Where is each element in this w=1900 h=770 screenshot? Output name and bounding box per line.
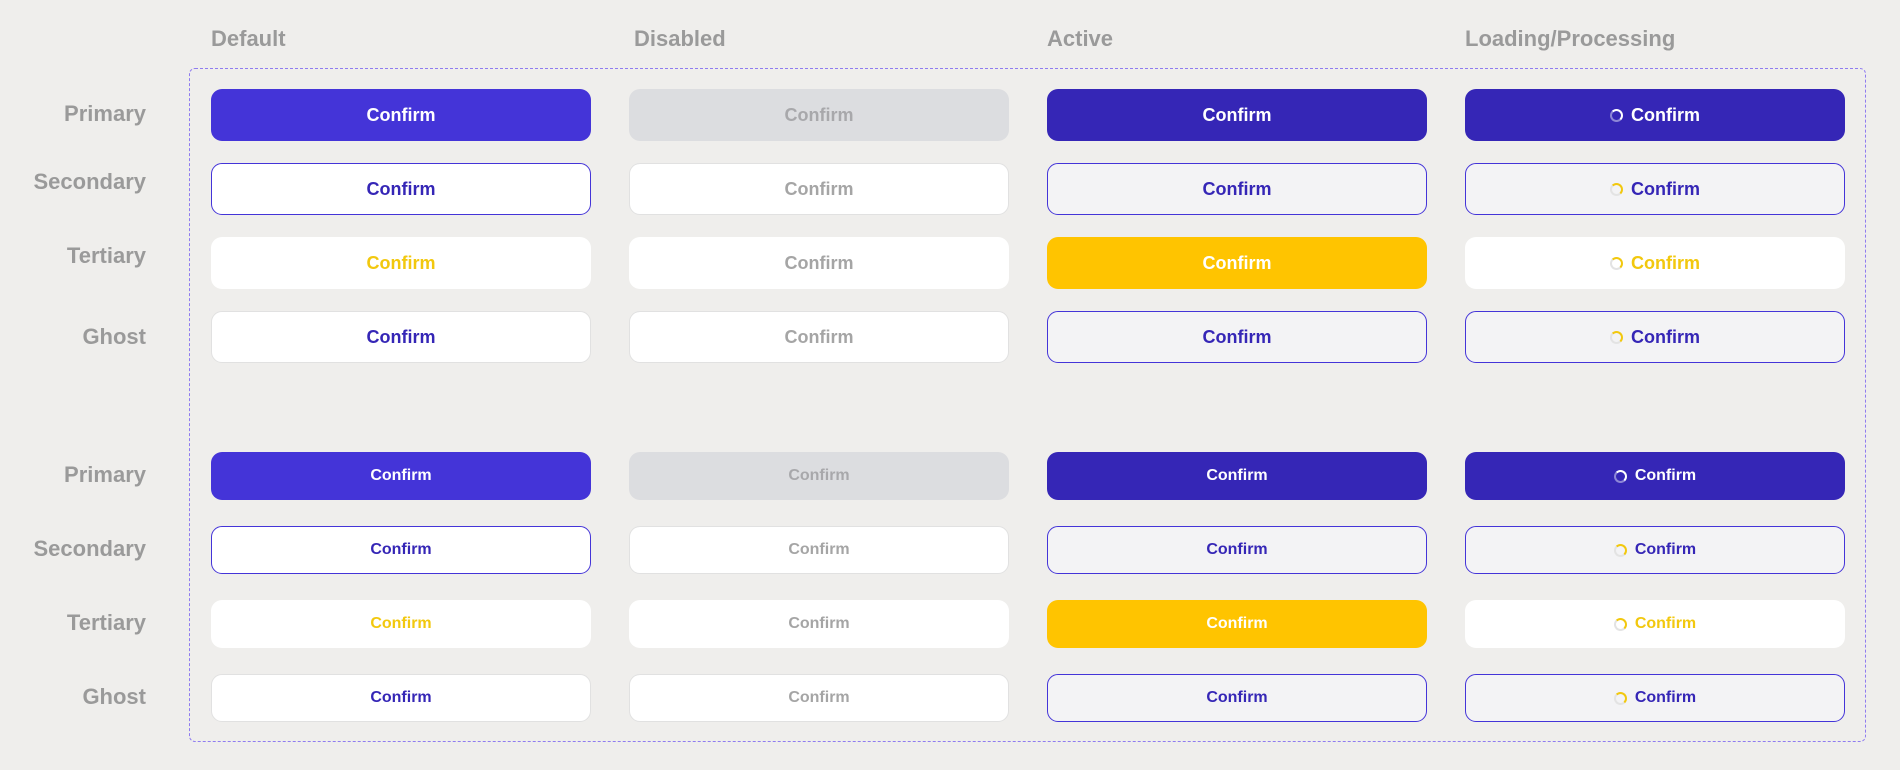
button-label: Confirm [1206,689,1268,706]
button-label: Confirm [366,326,436,347]
spinner-icon [1613,617,1627,631]
ghost-default-button[interactable]: Confirm [211,674,591,722]
primary-active-button[interactable]: Confirm [1047,452,1427,500]
button-label: Confirm [1634,467,1697,484]
tertiary-loading-button[interactable]: Confirm [1465,237,1845,289]
button-label: Confirm [788,541,850,558]
spinner-icon [1610,256,1623,270]
row-label-secondary: Secondary [33,169,147,194]
row-label-ghost: Ghost [82,684,146,709]
button-label: Confirm [1206,467,1268,484]
spinner-icon [1610,330,1623,344]
row-label-ghost: Ghost [82,324,146,349]
button-label: Confirm [370,467,432,484]
button-label: Confirm [366,104,436,125]
ghost-default-button[interactable]: Confirm [211,311,591,363]
spinner-icon [1610,182,1623,196]
button-label: Confirm [788,615,850,632]
secondary-disabled-button[interactable]: Confirm [629,163,1009,215]
row-label-primary: Primary [64,101,146,126]
secondary-default-button[interactable]: Confirm [211,163,591,215]
tertiary-disabled-button[interactable]: Confirm [629,600,1009,648]
button-label: Confirm [1202,104,1272,125]
button-label: Confirm [1634,541,1697,558]
spinner-icon [1613,469,1627,483]
column-title-loading: Loading/Processing [1465,26,1676,51]
tertiary-default-button[interactable]: Confirm [211,600,591,648]
button-label: Confirm [1202,326,1272,347]
button-label: Confirm [1631,326,1700,347]
button-label: Confirm [370,541,432,558]
tertiary-default-button[interactable]: Confirm [211,237,591,289]
spinner-icon [1610,108,1623,122]
ghost-active-button[interactable]: Confirm [1047,311,1427,363]
primary-loading-button[interactable]: Confirm [1465,89,1845,141]
secondary-active-button[interactable]: Confirm [1047,526,1427,574]
ghost-disabled-button[interactable]: Confirm [629,311,1009,363]
column-title-disabled: Disabled [634,26,726,51]
row-label-tertiary: Tertiary [66,243,146,268]
secondary-default-button[interactable]: Confirm [211,526,591,574]
button-label: Confirm [370,615,432,632]
tertiary-active-button[interactable]: Confirm [1047,600,1427,648]
button-label: Confirm [784,252,854,273]
spinner-icon [1613,543,1627,557]
secondary-loading-button[interactable]: Confirm [1465,526,1845,574]
button-label: Confirm [366,178,436,199]
column-title-default: Default [211,26,286,51]
row-label-primary: Primary [64,462,146,487]
secondary-disabled-button[interactable]: Confirm [629,526,1009,574]
button-label: Confirm [784,326,854,347]
button-label: Confirm [784,178,854,199]
button-label: Confirm [1206,541,1268,558]
ghost-disabled-button[interactable]: Confirm [629,674,1009,722]
secondary-loading-button[interactable]: Confirm [1465,163,1845,215]
tertiary-loading-button[interactable]: Confirm [1465,600,1845,648]
button-label: Confirm [1634,615,1697,632]
row-label-tertiary: Tertiary [66,610,146,635]
button-label: Confirm [1634,689,1697,706]
button-label: Confirm [1202,252,1272,273]
secondary-active-button[interactable]: Confirm [1047,163,1427,215]
button-states-board: Default Disabled Active Loading/Processi… [0,0,1900,770]
primary-active-button[interactable]: Confirm [1047,89,1427,141]
button-label: Confirm [1631,178,1700,199]
ghost-loading-button[interactable]: Confirm [1465,311,1845,363]
button-label: Confirm [1631,104,1700,125]
spinner-icon [1613,691,1627,705]
column-title-active: Active [1047,26,1114,51]
primary-loading-button[interactable]: Confirm [1465,452,1845,500]
button-label: Confirm [1631,252,1700,273]
ghost-loading-button[interactable]: Confirm [1465,674,1845,722]
button-label: Confirm [370,689,432,706]
button-label: Confirm [788,467,850,484]
tertiary-active-button[interactable]: Confirm [1047,237,1427,289]
primary-default-button[interactable]: Confirm [211,452,591,500]
tertiary-disabled-button[interactable]: Confirm [629,237,1009,289]
button-label: Confirm [1206,615,1268,632]
primary-disabled-button[interactable]: Confirm [629,452,1009,500]
ghost-active-button[interactable]: Confirm [1047,674,1427,722]
button-label: Confirm [784,104,854,125]
row-label-secondary: Secondary [33,536,147,561]
button-label: Confirm [788,689,850,706]
primary-disabled-button[interactable]: Confirm [629,89,1009,141]
button-label: Confirm [366,252,436,273]
button-label: Confirm [1202,178,1272,199]
primary-default-button[interactable]: Confirm [211,89,591,141]
